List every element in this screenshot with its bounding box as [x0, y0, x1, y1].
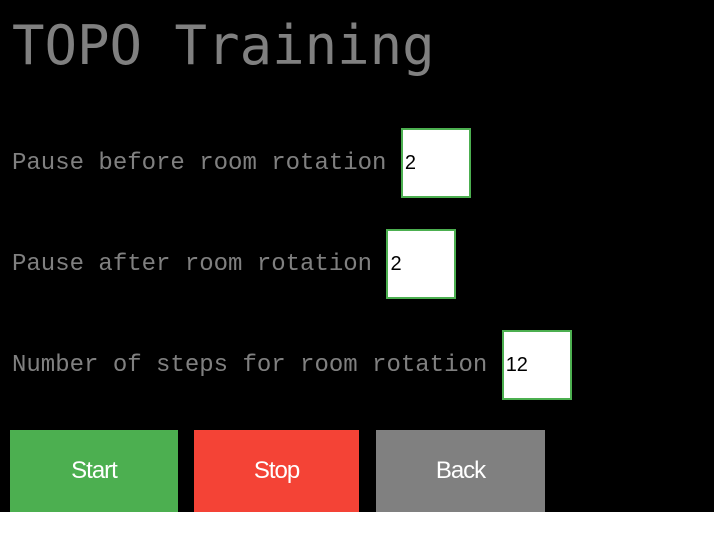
- steps-row: Number of steps for room rotation: [0, 330, 572, 400]
- stop-button[interactable]: Stop: [194, 430, 359, 512]
- pause-after-input[interactable]: [386, 229, 457, 299]
- steps-label: Number of steps for room rotation: [12, 351, 502, 379]
- back-button[interactable]: Back: [376, 430, 545, 512]
- training-panel: TOPO Training Pause before room rotation…: [0, 0, 714, 512]
- pause-before-label: Pause before room rotation: [12, 149, 401, 177]
- pause-before-row: Pause before room rotation: [0, 128, 471, 198]
- pause-after-row: Pause after room rotation: [0, 229, 457, 299]
- pause-after-label: Pause after room rotation: [12, 250, 387, 278]
- page-title: TOPO Training: [12, 14, 435, 77]
- steps-input[interactable]: [501, 330, 572, 400]
- start-button[interactable]: Start: [10, 430, 178, 512]
- pause-before-input[interactable]: [400, 128, 471, 198]
